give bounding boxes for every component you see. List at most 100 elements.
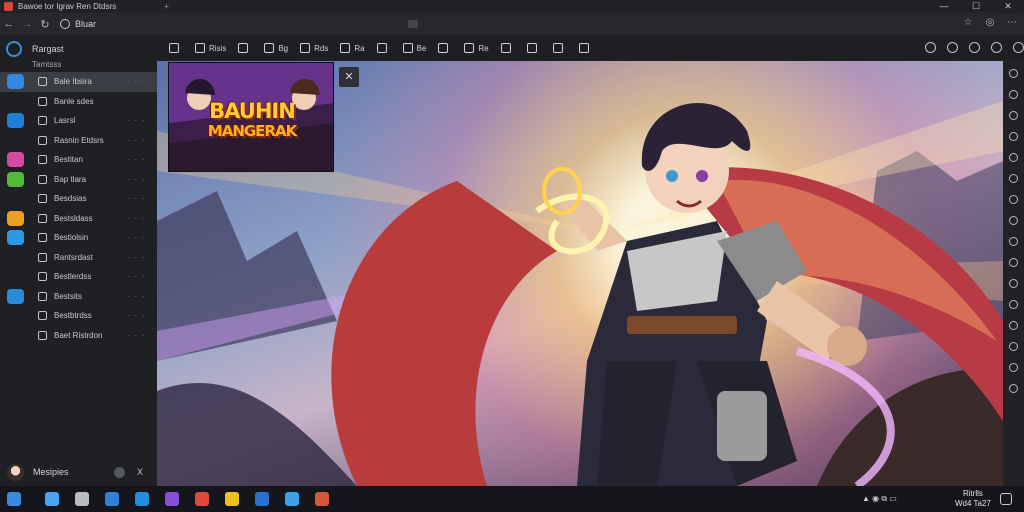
rail-icon[interactable]	[1009, 342, 1018, 351]
minimize-button[interactable]: —	[928, 0, 960, 13]
search-icon[interactable]	[45, 492, 59, 506]
toolbar-tool[interactable]	[578, 43, 593, 53]
toolbar-tool[interactable]: Re	[464, 43, 489, 53]
more-icon[interactable]	[1013, 42, 1024, 53]
toolbar-tool[interactable]	[500, 43, 515, 53]
sidebar-item[interactable]: Bestiolsin · · ·	[0, 228, 157, 248]
app-icon	[7, 210, 24, 226]
more-options-icon[interactable]: · · ·	[128, 77, 145, 86]
sidebar-item[interactable]: Bestsldass · · ·	[0, 209, 157, 229]
toolbar-tool[interactable]: Risis	[195, 43, 226, 53]
rail-icon[interactable]	[1009, 237, 1018, 246]
rail-icon[interactable]	[1009, 300, 1018, 309]
rail-icon[interactable]	[1009, 258, 1018, 267]
maximize-button[interactable]: ☐	[960, 0, 992, 13]
refresh-button[interactable]: ↻	[36, 18, 54, 31]
rail-icon[interactable]	[1009, 174, 1018, 183]
zoom-icon[interactable]	[969, 42, 980, 53]
more-options-icon[interactable]: · · ·	[128, 116, 145, 125]
mail-icon[interactable]	[285, 492, 299, 506]
more-options-icon[interactable]: · · ·	[128, 311, 145, 320]
more-options-icon[interactable]: · · ·	[128, 194, 145, 203]
forward-button[interactable]: →	[18, 18, 36, 30]
toolbar-tool[interactable]: Bg	[264, 43, 288, 53]
sidebar-item[interactable]: Bestsits · · ·	[0, 287, 157, 307]
notification-icon[interactable]	[1000, 493, 1012, 505]
url-field[interactable]: Bluar	[60, 19, 96, 29]
rail-icon[interactable]	[1009, 195, 1018, 204]
new-tab-button[interactable]: +	[164, 2, 169, 11]
more-options-icon[interactable]: · · ·	[128, 253, 145, 262]
sidebar-item[interactable]: Banle sdes	[0, 92, 157, 112]
system-tray[interactable]: ▲ ◉ ⧉ ▭	[862, 494, 897, 504]
toolbar-tool[interactable]	[526, 43, 541, 53]
rail-icon[interactable]	[1009, 384, 1018, 393]
sidebar-item[interactable]: Bestbtrdss · · ·	[0, 306, 157, 326]
task-view-icon[interactable]	[75, 492, 89, 506]
sidebar-item[interactable]: Rantsrdast · · ·	[0, 248, 157, 268]
toolbar-tool[interactable]: Be	[402, 43, 426, 53]
menu-icon[interactable]: ⋯	[1006, 17, 1018, 29]
more-options-icon[interactable]: · · ·	[128, 272, 145, 281]
clock[interactable]: Ritrlls Wd4 Ta27	[955, 489, 991, 509]
settings-icon[interactable]	[114, 466, 125, 478]
rail-icon[interactable]	[1009, 90, 1018, 99]
rail-icon[interactable]	[1009, 132, 1018, 141]
more-options-icon[interactable]: · · ·	[128, 136, 145, 145]
rail-icon[interactable]	[1009, 321, 1018, 330]
sidebar-item[interactable]: Baet Ristrdon · · ·	[0, 326, 157, 346]
close-sidebar-button[interactable]: X	[137, 467, 143, 477]
star-icon[interactable]: ☆	[962, 17, 974, 29]
more-options-icon[interactable]: · · ·	[128, 292, 145, 301]
toolbar-tool[interactable]	[238, 43, 252, 53]
rail-icon[interactable]	[1009, 111, 1018, 120]
store-icon[interactable]	[255, 492, 269, 506]
info-icon[interactable]	[925, 42, 936, 53]
rail-icon[interactable]	[1009, 216, 1018, 225]
sidebar-item[interactable]: Bap tlara · · ·	[0, 170, 157, 190]
back-button[interactable]: ←	[0, 18, 18, 30]
toolbar-tool[interactable]	[438, 43, 452, 53]
more-options-icon[interactable]: · · ·	[128, 233, 145, 242]
more-options-icon[interactable]: · · ·	[128, 331, 145, 340]
more-options-icon[interactable]: · · ·	[128, 214, 145, 223]
sidebar-item[interactable]: Lasrsl · · ·	[0, 111, 157, 131]
sidebar-item[interactable]: Bestitan · · ·	[0, 150, 157, 170]
sidebar-item[interactable]: Bestlerdss · · ·	[0, 267, 157, 287]
explorer-icon[interactable]	[225, 492, 239, 506]
right-rail	[1003, 61, 1024, 486]
history-icon[interactable]	[947, 42, 958, 53]
toolbar-tool[interactable]	[376, 43, 391, 53]
sidebar-item[interactable]: Besdsias · · ·	[0, 189, 157, 209]
more-options-icon[interactable]: · · ·	[128, 155, 145, 164]
chrome-icon[interactable]	[195, 492, 209, 506]
edge-icon[interactable]	[135, 492, 149, 506]
profile-icon[interactable]: ◎	[984, 17, 996, 29]
toolbar-tool[interactable]	[169, 43, 183, 53]
rail-icon[interactable]	[1009, 153, 1018, 162]
tool-label: Risis	[209, 43, 227, 53]
app-purple-icon[interactable]	[165, 492, 179, 506]
rail-icon[interactable]	[1009, 69, 1018, 78]
close-button[interactable]: ✕	[992, 0, 1024, 13]
user-profile[interactable]: Mesipies X	[0, 461, 157, 483]
files-icon[interactable]	[105, 492, 119, 506]
tool-label: Rds	[314, 43, 329, 53]
more-options-icon[interactable]: · · ·	[128, 175, 145, 184]
expand-button[interactable]: ✕	[339, 67, 359, 87]
toolbar-tool[interactable]	[552, 43, 567, 53]
start-icon[interactable]	[7, 492, 21, 506]
rail-icon[interactable]	[1009, 279, 1018, 288]
sidebar-item[interactable]: Bale Ibsira · · ·	[0, 72, 157, 92]
sidebar-item-label: Bestsits	[54, 291, 83, 301]
sidebar-item[interactable]: Rasnin Etdsrs · · ·	[0, 131, 157, 151]
thumbnail-preview[interactable]: BAUHIN MANGERAK	[168, 62, 334, 172]
sidebar-header: Rargast	[6, 41, 64, 57]
tool-icon	[238, 43, 249, 53]
share-icon[interactable]	[991, 42, 1002, 53]
toolbar-tool[interactable]: Ra	[340, 43, 365, 53]
game-icon[interactable]	[315, 492, 329, 506]
toolbar-tool[interactable]: Rds	[300, 43, 328, 53]
rail-icon[interactable]	[1009, 363, 1018, 372]
extension-icon[interactable]	[408, 20, 418, 28]
